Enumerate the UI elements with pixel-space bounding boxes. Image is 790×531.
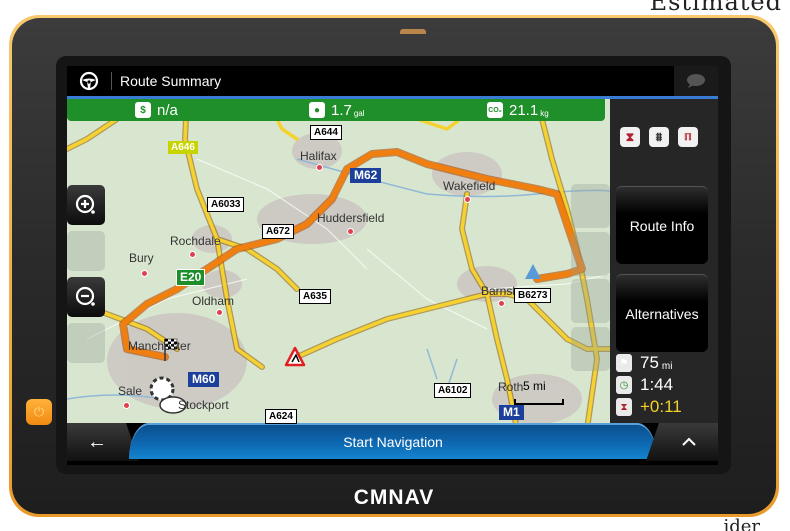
place-marker-wakefield	[464, 196, 471, 203]
time-value: 1:44	[640, 375, 674, 394]
distance-flag-icon: ⚑	[616, 354, 632, 372]
place-marker-oldham	[216, 309, 223, 316]
place-bury: Bury	[129, 251, 154, 265]
map-view[interactable]: M65 A644 A646 Halifax M62 Wakefield A603…	[67, 99, 610, 429]
place-marker-rochdale	[189, 251, 196, 258]
start-navigation-label: Start Navigation	[343, 434, 443, 450]
place-marker-barnsley	[498, 300, 505, 307]
fuel-value: 1.7	[331, 101, 352, 119]
road-shield-a644: A644	[310, 125, 342, 140]
map-ghost-control	[571, 184, 610, 228]
current-position-marker	[525, 264, 541, 279]
place-marker-halifax	[316, 164, 323, 171]
place-marker-bury	[141, 270, 148, 277]
map-ghost-control	[571, 279, 610, 323]
road-shield-m1: M1	[499, 405, 524, 420]
road-shield-b6273: B6273	[514, 288, 552, 303]
road-shield-a6033: A6033	[207, 197, 245, 212]
power-icon: ⏻	[33, 404, 45, 419]
delay-stat: ⧗ +0:11	[616, 396, 682, 418]
place-wakefield: Wakefield	[443, 179, 496, 193]
cutoff-text-top: Estimated	[649, 0, 782, 16]
distance-stat: ⚑ 75 mi	[616, 352, 682, 374]
road-shield-a624: A624	[265, 409, 297, 424]
road-shield-a635: A635	[299, 289, 331, 304]
fuel-drop-icon: ●	[309, 102, 325, 118]
device-top-button[interactable]	[400, 29, 426, 34]
place-rotherham: Roth	[498, 380, 524, 394]
road-shield-a646: A646	[168, 141, 198, 154]
brand-logo: CMNAV	[353, 486, 435, 509]
distance-unit: mi	[661, 360, 673, 372]
page-title: Route Summary	[120, 73, 222, 89]
delay-value: +0:11	[640, 397, 682, 416]
road-shield-a672: A672	[262, 224, 294, 239]
fuel-cost: ● 1.7 gal	[309, 102, 365, 119]
place-rochdale: Rochdale	[170, 234, 221, 248]
toll-cost: $ n/a	[135, 102, 178, 119]
chevron-up-icon	[682, 437, 696, 446]
distance-value: 75	[640, 353, 659, 372]
route-stats: ⚑ 75 mi ◷ 1:44 ⧗ +0:11	[616, 352, 682, 418]
hourglass-icon: ⧗	[616, 398, 632, 416]
co2-cloud-icon: CO₂	[487, 102, 503, 118]
alternatives-button[interactable]: Alternatives	[616, 274, 708, 352]
road-a628	[295, 292, 610, 359]
toll-value: n/a	[157, 101, 178, 119]
time-stat: ◷ 1:44	[616, 374, 682, 396]
road-shield-e20: E20	[176, 269, 206, 286]
motorway-icon[interactable]: ⩩	[649, 127, 669, 147]
co2-unit: kg	[540, 108, 549, 118]
map-ghost-control	[571, 232, 610, 276]
place-sale: Sale	[118, 384, 143, 398]
menu-button[interactable]	[67, 66, 111, 96]
place-halifax: Halifax	[300, 149, 337, 163]
route-cost-strip: $ n/a ● 1.7 gal CO₂ 21.1 kg	[67, 99, 605, 121]
side-panel: ⧗ ⩩ ℿ Route Info Alternatives ⚑ 75 mi ◷ …	[610, 99, 718, 429]
place-marker-huddersfield	[347, 228, 354, 235]
zoom-in-button[interactable]	[67, 185, 105, 225]
map-ghost-control	[67, 231, 105, 271]
titlebar: Route Summary	[67, 66, 718, 96]
place-manchester: Manchester	[128, 339, 191, 353]
road-shield-m60: M60	[188, 372, 220, 387]
toll-coins-icon: $	[135, 102, 151, 118]
time-flag-icon: ◷	[616, 376, 632, 394]
map-scale-label: 5 mi	[523, 379, 546, 393]
route-info-button[interactable]: Route Info	[616, 186, 708, 264]
zoom-out-icon	[75, 286, 95, 306]
cutoff-text-bottom: ider	[723, 516, 760, 531]
message-bubble-icon	[687, 74, 705, 88]
road-shield-a6102: A6102	[434, 383, 472, 398]
map-ghost-control	[67, 323, 105, 363]
steering-wheel-icon	[79, 71, 99, 91]
title-separator	[111, 72, 112, 90]
place-huddersfield: Huddersfield	[317, 211, 385, 225]
screen: Route Summary A644 A646 Halifax M62 Wake…	[67, 66, 718, 465]
route-attribute-icons: ⧗ ⩩ ℿ	[620, 127, 698, 147]
road-shield-m62: M62	[350, 168, 382, 183]
zoom-out-button[interactable]	[67, 277, 105, 317]
roadworks-barrier-icon[interactable]: ℿ	[678, 127, 698, 147]
hourglass-icon[interactable]: ⧗	[620, 127, 640, 147]
start-navigation-button[interactable]: Start Navigation	[129, 423, 657, 459]
messages-button[interactable]	[674, 66, 718, 96]
bottom-bar: ← Start Navigation	[67, 423, 718, 465]
place-marker-sale	[123, 402, 130, 409]
place-stockport: Stockport	[178, 398, 229, 412]
map-ghost-control	[571, 327, 610, 371]
back-arrow-icon: ←	[87, 430, 107, 453]
zoom-in-icon	[75, 194, 95, 214]
co2-value: 21.1	[509, 101, 539, 119]
fuel-unit: gal	[353, 108, 365, 118]
place-oldham: Oldham	[192, 294, 235, 308]
expand-button[interactable]	[646, 423, 718, 461]
power-button[interactable]: ⏻	[26, 399, 52, 425]
co2-emission: CO₂ 21.1 kg	[487, 102, 549, 119]
stage: Estimated ⏻ CMNAV Route Summary A644 A64…	[0, 0, 790, 531]
